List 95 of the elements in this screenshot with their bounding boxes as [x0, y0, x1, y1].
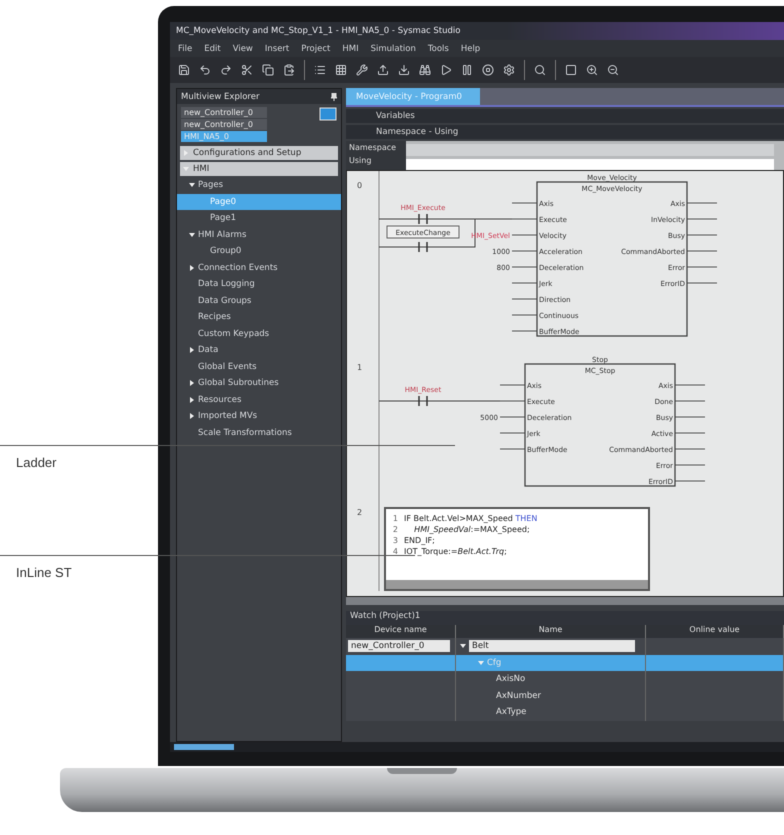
rung-number: 2: [357, 508, 362, 517]
tree-item[interactable]: Resources: [177, 392, 341, 408]
tree-item[interactable]: Data: [177, 342, 341, 358]
pin-icon[interactable]: [331, 92, 337, 100]
cut-icon[interactable]: [241, 64, 253, 76]
tree-item[interactable]: Group0: [177, 243, 341, 260]
download-icon[interactable]: [398, 64, 410, 76]
tree-item[interactable]: Recipes: [177, 309, 341, 326]
namespace-field[interactable]: [406, 144, 774, 156]
collapse-caret-icon[interactable]: [189, 182, 195, 188]
redo-icon[interactable]: [220, 64, 232, 76]
using-field[interactable]: [406, 158, 774, 170]
column-header[interactable]: Device name: [346, 625, 456, 638]
namespace-bar[interactable]: Namespace - Using: [346, 125, 784, 139]
rung-number: 1: [357, 363, 362, 372]
menu-item[interactable]: View: [232, 44, 253, 54]
line-number: 2: [392, 524, 398, 535]
variables-bar[interactable]: Variables: [346, 109, 784, 123]
device-item[interactable]: new_Controller_0: [181, 119, 267, 130]
monitor-icon[interactable]: [319, 107, 337, 121]
section-header[interactable]: HMI: [180, 162, 338, 176]
tree-item[interactable]: Imported MVs: [177, 408, 341, 424]
upload-icon[interactable]: [377, 64, 389, 76]
tree-item[interactable]: HMI Alarms: [177, 226, 341, 243]
expand-caret-icon[interactable]: [189, 347, 195, 354]
callout-label: InLine ST: [16, 565, 72, 580]
contact-symbol[interactable]: [418, 395, 428, 407]
callout-label: Ladder: [16, 455, 56, 470]
contact-symbol[interactable]: [418, 241, 428, 253]
search-icon[interactable]: [534, 64, 546, 76]
tree-item[interactable]: Global Subroutines: [177, 375, 341, 392]
copy-icon[interactable]: [262, 64, 274, 76]
tree-item[interactable]: Pages: [177, 177, 341, 194]
contact-symbol[interactable]: [418, 213, 428, 225]
tree-item[interactable]: Scale Transformations: [177, 424, 341, 441]
line-number: 4: [392, 546, 398, 557]
square-icon[interactable]: [565, 64, 577, 76]
wrench-icon[interactable]: [356, 64, 368, 76]
scrollbar[interactable]: [386, 580, 648, 589]
column-header[interactable]: Online value: [646, 625, 784, 638]
tree-item[interactable]: Custom Keypads: [177, 326, 341, 342]
expand-caret-icon[interactable]: [189, 264, 195, 271]
expand-caret-icon[interactable]: [189, 396, 195, 403]
grid-icon[interactable]: [335, 64, 347, 76]
menu-item[interactable]: File: [178, 44, 192, 54]
save-icon[interactable]: [178, 64, 190, 76]
code-line: IF Belt.Act.Vel>MAX_Speed THEN: [404, 513, 538, 524]
stop-icon[interactable]: [482, 64, 494, 76]
device-item[interactable]: new_Controller_0: [181, 107, 267, 118]
function-block[interactable]: [524, 363, 676, 487]
code-line: HMI_SpeedVal:=MAX_Speed;: [413, 524, 530, 535]
play-icon[interactable]: [440, 64, 452, 76]
code-line: IOT_Torque:=Belt.Act.Trq;: [404, 546, 507, 557]
expand-caret-icon[interactable]: [189, 380, 195, 386]
watch-row[interactable]: AxNumber: [456, 688, 646, 704]
menu-item[interactable]: Project: [301, 44, 330, 54]
menu-item[interactable]: Edit: [204, 44, 221, 54]
menu-item[interactable]: Tools: [428, 44, 449, 54]
device-name-field[interactable]: new_Controller_0: [348, 640, 450, 652]
field-label: Namespace: [348, 142, 398, 154]
expand-caret-icon[interactable]: [189, 413, 195, 420]
line-number: 1: [392, 513, 398, 524]
undo-icon[interactable]: [199, 64, 211, 76]
tree-item[interactable]: Page1: [177, 210, 341, 226]
line-number: 3: [392, 535, 398, 546]
rung-number: 0: [357, 181, 362, 190]
menu-item[interactable]: Insert: [264, 44, 290, 54]
paste-icon[interactable]: [283, 64, 295, 76]
menu-item[interactable]: Help: [460, 44, 480, 54]
watch-row[interactable]: AxType: [456, 704, 646, 720]
column-header[interactable]: Name: [456, 625, 646, 638]
tree-item[interactable]: Data Logging: [177, 276, 341, 292]
function-block[interactable]: [536, 181, 688, 337]
watch-row[interactable]: AxisNo: [456, 671, 646, 688]
variable-name-field[interactable]: Belt: [469, 640, 635, 652]
window-title: MC_MoveVelocity and MC_Stop_V1_1 - HMI_NA5_0 - Sysmac Studio: [170, 22, 784, 40]
settings-icon[interactable]: [503, 64, 515, 76]
collapse-caret-icon[interactable]: [189, 232, 195, 238]
scrollbar[interactable]: [346, 597, 784, 605]
binoculars-icon[interactable]: [419, 64, 431, 76]
zoom-in-icon[interactable]: [586, 64, 598, 76]
section-header[interactable]: Configurations and Setup: [180, 146, 338, 160]
field-label: Using: [348, 155, 372, 167]
pause-icon[interactable]: [461, 64, 473, 76]
tree-item[interactable]: Connection Events: [177, 260, 341, 276]
tree-item[interactable]: Global Events: [177, 358, 341, 375]
menu-item[interactable]: Simulation: [370, 44, 416, 54]
collapse-caret-icon[interactable]: [460, 643, 466, 650]
zoom-out-icon[interactable]: [607, 64, 619, 76]
inline-st-editor[interactable]: 1 IF Belt.Act.Vel>MAX_Speed THEN 2 HMI_SpeedVal:=MAX_Speed; 3 END_IF; 4 IOT_Torque:=Belt.Act.Trq;: [384, 507, 650, 591]
code-line: END_IF;: [404, 535, 435, 546]
panel-title: Watch (Project)1: [346, 611, 784, 625]
menu-item[interactable]: HMI: [342, 44, 359, 54]
panel-title: Multiview Explorer: [181, 92, 260, 102]
tree-item[interactable]: Data Groups: [177, 292, 341, 309]
